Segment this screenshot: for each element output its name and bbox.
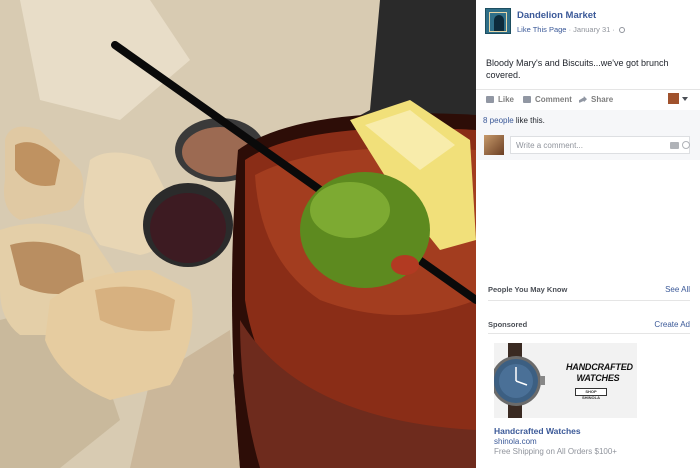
comment-input[interactable] (510, 136, 690, 154)
share-arrow-icon (579, 96, 587, 103)
likes-suffix: like this. (513, 116, 545, 125)
post-sidebar: Dandelion Market Like This Page · Januar… (476, 0, 700, 468)
page-name-link[interactable]: Dandelion Market (517, 10, 596, 21)
like-page-link[interactable]: Like This Page (517, 25, 566, 34)
share-label: Share (591, 95, 614, 104)
meta-separator-2: · (612, 25, 615, 34)
post-date[interactable]: January 31 (573, 25, 610, 34)
comment-composer (484, 135, 694, 155)
post-text: Bloody Mary's and Biscuits...we've got b… (486, 58, 669, 80)
feedback-area: 8 people like this. (476, 110, 700, 160)
share-button[interactable]: Share (579, 95, 613, 104)
action-bar: Like Comment Share (476, 89, 700, 109)
sponsored-title: Sponsored (488, 320, 528, 329)
camera-icon[interactable] (670, 142, 679, 149)
ad-headline: HANDCRAFTED WATCHES (566, 362, 633, 383)
divider (488, 333, 690, 334)
ad-domain[interactable]: shinola.com (494, 437, 537, 446)
sponsored-header: Sponsored Create Ad (488, 320, 690, 334)
ad-title-link[interactable]: Handcrafted Watches (494, 426, 581, 436)
shop-button[interactable]: SHOP SHINOLA (575, 388, 607, 400)
photo-viewer: Dandelion Market Like This Page · Januar… (0, 0, 700, 468)
ad-description: Free Shipping on All Orders $100+ (494, 447, 617, 456)
like-button[interactable]: Like (486, 95, 514, 104)
post-meta: Like This Page · January 31 · (517, 25, 625, 34)
meta-separator: · (568, 25, 572, 34)
comment-button[interactable]: Comment (523, 95, 572, 104)
audience-selector[interactable] (668, 93, 688, 105)
create-ad-link[interactable]: Create Ad (654, 320, 690, 329)
post-photo[interactable] (0, 0, 476, 468)
smile-icon[interactable] (682, 141, 690, 149)
divider (488, 300, 690, 301)
ad-image[interactable]: HANDCRAFTED WATCHES SHOP SHINOLA (494, 343, 637, 418)
chevron-down-icon (682, 97, 688, 101)
thumbs-up-icon (486, 96, 494, 103)
likes-count-link[interactable]: 8 people (483, 116, 514, 125)
avatar (484, 135, 504, 155)
comment-label: Comment (535, 95, 572, 104)
comment-bubble-icon (523, 96, 531, 103)
see-all-link[interactable]: See All (665, 285, 690, 294)
people-you-may-know-header: People You May Know See All (488, 285, 690, 299)
photo-illustration (0, 0, 476, 468)
likes-summary: 8 people like this. (483, 116, 545, 125)
pymk-title: People You May Know (488, 285, 568, 294)
user-mini-avatar (668, 93, 679, 104)
post-header: Dandelion Market Like This Page · Januar… (485, 8, 695, 38)
avatar-door (494, 15, 504, 31)
globe-icon (618, 27, 625, 33)
page-avatar[interactable] (485, 8, 511, 34)
like-label: Like (498, 95, 515, 104)
